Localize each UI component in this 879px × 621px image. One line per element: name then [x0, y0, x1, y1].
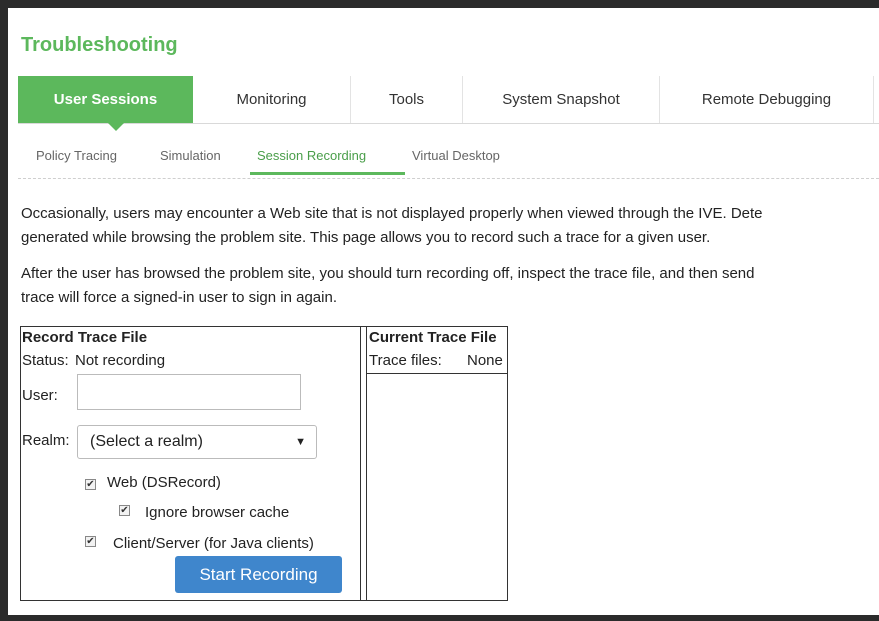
tab-monitoring[interactable]: Monitoring	[193, 76, 351, 123]
trace-files-label: Trace files:	[369, 352, 442, 369]
user-label: User:	[22, 387, 58, 404]
tab-system-snapshot[interactable]: System Snapshot	[463, 76, 660, 123]
realm-label: Realm:	[22, 432, 70, 449]
page-title: Troubleshooting	[21, 34, 178, 56]
status-value: Not recording	[75, 352, 166, 369]
tab-tools[interactable]: Tools	[351, 76, 463, 123]
web-checkbox[interactable]: ✔	[85, 479, 96, 490]
active-tab-indicator	[108, 123, 124, 131]
record-trace-heading: Record Trace File	[22, 329, 148, 346]
subtab-session-recording[interactable]: Session Recording	[257, 148, 366, 171]
ignore-cache-checkbox[interactable]: ✔	[119, 505, 130, 516]
realm-select-value: (Select a realm)	[90, 433, 203, 450]
status-label: Status:	[22, 352, 69, 369]
panel-divider	[360, 327, 361, 600]
divider	[18, 178, 879, 179]
client-server-label: Client/Server (for Java clients)	[113, 535, 314, 552]
main-tabs: User Sessions Monitoring Tools System Sn…	[18, 76, 879, 131]
client-server-checkbox[interactable]: ✔	[85, 536, 96, 547]
record-trace-panel: Record Trace File Status: Not recording …	[20, 326, 508, 601]
subtab-simulation[interactable]: Simulation	[160, 148, 221, 171]
subtab-virtual-desktop[interactable]: Virtual Desktop	[412, 148, 500, 171]
start-recording-button[interactable]: Start Recording	[175, 556, 342, 593]
active-subtab-underline	[250, 172, 405, 175]
tab-remote-debugging[interactable]: Remote Debugging	[660, 76, 874, 123]
description-line-1: Occasionally, users may encounter a Web …	[21, 205, 763, 222]
description-line-3: After the user has browsed the problem s…	[21, 265, 755, 282]
tab-user-sessions[interactable]: User Sessions	[18, 76, 193, 123]
sub-tabs: Policy Tracing Simulation Session Record…	[18, 148, 879, 178]
current-trace-heading: Current Trace File	[369, 329, 497, 346]
current-trace-panel: Current Trace File Trace files: None	[367, 327, 508, 374]
page: Troubleshooting User Sessions Monitoring…	[8, 8, 879, 615]
subtab-policy-tracing[interactable]: Policy Tracing	[36, 148, 117, 171]
chevron-down-icon: ▼	[295, 436, 306, 448]
ignore-cache-label: Ignore browser cache	[145, 504, 290, 521]
description-line-4: trace will force a signed-in user to sig…	[21, 289, 337, 306]
realm-select[interactable]: (Select a realm) ▼	[77, 425, 317, 459]
web-label: Web (DSRecord)	[107, 474, 221, 491]
description-line-2: generated while browsing the problem sit…	[21, 229, 711, 246]
trace-files-value: None	[467, 352, 503, 369]
user-input[interactable]	[77, 374, 301, 410]
